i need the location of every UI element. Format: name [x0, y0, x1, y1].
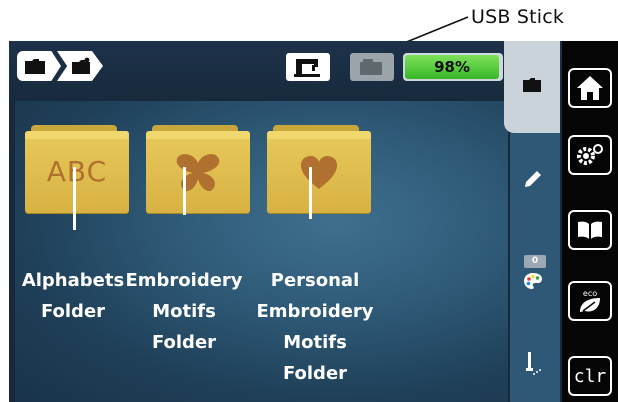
- folder-icon: [25, 59, 45, 74]
- battery-fill: 98%: [405, 55, 500, 79]
- settings-icon: [577, 144, 603, 165]
- embroidery-motifs-folder-annotation: Embroidery Motifs Folder: [125, 270, 243, 353]
- machine-memory-button[interactable]: [286, 53, 330, 81]
- right-sidebar: eco clr: [562, 41, 618, 402]
- usb-stick-icon: [360, 59, 382, 75]
- pencil-icon[interactable]: [522, 168, 544, 190]
- alphabets-folder-annotation: Alphabets Folder: [21, 270, 125, 322]
- heart-icon: [301, 156, 337, 189]
- battery-percentage: 98%: [434, 58, 470, 76]
- embroidery-motifs-folder-pointer: [183, 167, 186, 215]
- color-count-badge: 0: [524, 255, 546, 268]
- home-icon: [577, 76, 603, 100]
- folder-open-icon: [72, 57, 90, 74]
- usb-stick-annotation: USB Stick: [0, 0, 618, 60]
- personal-embroidery-motifs-folder[interactable]: [267, 125, 371, 213]
- personal-embroidery-motifs-folder-pointer: [309, 167, 312, 219]
- needle-icon[interactable]: [522, 350, 544, 378]
- embroidery-motifs-folder[interactable]: [146, 125, 250, 213]
- alphabets-folder[interactable]: ABC: [25, 125, 129, 213]
- battery-indicator: 98%: [403, 53, 503, 81]
- home-button[interactable]: [568, 68, 612, 108]
- alphabets-folder-pointer: [73, 167, 76, 230]
- svg-text:eco: eco: [583, 289, 597, 298]
- clear-button-label: clr: [573, 365, 607, 387]
- eco-mode-button[interactable]: eco: [568, 281, 612, 321]
- usb-stick-button[interactable]: [350, 53, 394, 81]
- sewing-machine-icon: [294, 59, 320, 77]
- color-palette-icon[interactable]: [522, 271, 544, 291]
- personal-embroidery-motifs-folder-annotation: Personal Embroidery Motifs Folder: [256, 270, 374, 384]
- abc-icon: ABC: [46, 155, 108, 188]
- tutorial-button[interactable]: [568, 210, 612, 250]
- folder-icon: [523, 78, 541, 92]
- book-icon: [578, 221, 602, 239]
- settings-button[interactable]: [568, 135, 612, 175]
- embroidery-machine-screen: 98% ABC Alphabets Folder Embroidery Moti…: [9, 41, 618, 402]
- clear-button[interactable]: clr: [568, 356, 612, 396]
- eco-icon: eco: [580, 289, 600, 312]
- butterfly-icon: [176, 154, 220, 192]
- folder-tab[interactable]: [504, 41, 560, 133]
- right-tool-panel: 0: [504, 41, 562, 402]
